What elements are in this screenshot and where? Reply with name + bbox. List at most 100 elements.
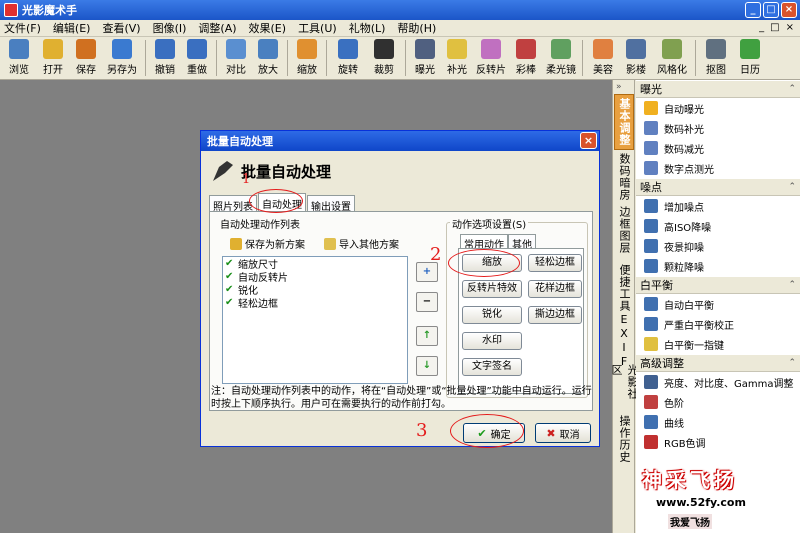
cutout-icon	[706, 39, 726, 59]
action-listbox[interactable]: ✔ 缩放尺寸 ✔ 自动反转片 ✔ 锐化 ✔ 轻松边框	[222, 256, 408, 384]
cancel-button[interactable]: ✖ 取消	[535, 423, 591, 443]
toolbar-soft-light-button[interactable]: 柔光镜	[543, 37, 579, 79]
import-scheme-button[interactable]: 导入其他方案	[324, 236, 399, 251]
vtab-2[interactable]: 边框图层	[614, 204, 634, 256]
toolbar-zoom-in-button[interactable]: 放大	[252, 37, 284, 79]
menu-item-2[interactable]: 查看(V)	[102, 20, 140, 36]
panel-section-header[interactable]: 白平衡 ⌃	[636, 276, 800, 294]
toolbar-folder-button[interactable]: 打开	[36, 37, 70, 79]
sharpen-button[interactable]: 锐化	[462, 306, 522, 324]
panel-item[interactable]: 白平衡一指键	[636, 334, 800, 354]
vtab-1[interactable]: 数码暗房	[614, 152, 634, 202]
panel-section-header[interactable]: 噪点 ⌃	[636, 178, 800, 196]
move-up-button[interactable]: ↑	[416, 326, 438, 346]
toolbar-undo-button[interactable]: 撤销	[149, 37, 181, 79]
toolbar-film-reverse-button[interactable]: 反转片	[473, 37, 509, 79]
menu-item-3[interactable]: 图像(I)	[153, 20, 187, 36]
panel-item[interactable]: 曲线	[636, 412, 800, 432]
toolbar-label: 浏览	[9, 65, 29, 76]
menu-item-6[interactable]: 工具(U)	[298, 20, 337, 36]
panel-item[interactable]: 颗粒降噪	[636, 256, 800, 276]
toolbar-stylize-button[interactable]: 风格化	[652, 37, 692, 79]
checkbox-checked-icon[interactable]: ✔	[225, 271, 235, 282]
minimize-button[interactable]: _	[745, 2, 761, 18]
toolbar-browse-button[interactable]: 浏览	[2, 37, 36, 79]
panel-item[interactable]: 亮度、对比度、Gamma调整	[636, 372, 800, 392]
toolbar-save-as-button[interactable]: 另存为	[102, 37, 142, 79]
adjust-tool-icon	[644, 199, 658, 213]
toolbar-exposure-button[interactable]: 曝光	[409, 37, 441, 79]
close-button[interactable]: ×	[781, 2, 797, 18]
toolbar-separator	[582, 40, 583, 76]
panel-item[interactable]: 数字点测光	[636, 158, 800, 178]
move-down-button[interactable]: ↓	[416, 356, 438, 376]
pattern-frame-button[interactable]: 花样边框	[528, 280, 582, 298]
text-signature-button[interactable]: 文字签名	[462, 358, 522, 376]
toolbar-label: 日历	[740, 65, 760, 76]
panel-section-header[interactable]: 曝光 ⌃	[636, 80, 800, 98]
menu-restore-icon[interactable]: □	[770, 22, 779, 33]
menu-item-5[interactable]: 效果(E)	[249, 20, 287, 36]
subtab-common[interactable]: 常用动作	[460, 234, 508, 251]
vtab-0[interactable]: 基本调整	[614, 94, 634, 150]
panel-item[interactable]: 数码减光	[636, 138, 800, 158]
toolbar-save-button[interactable]: 保存	[70, 37, 102, 79]
action-list-item[interactable]: ✔ 轻松边框	[223, 296, 407, 310]
panel-section-header[interactable]: 高级调整 ⌃	[636, 354, 800, 372]
toolbar-crop-button[interactable]: 裁剪	[366, 37, 402, 79]
menu-item-4[interactable]: 调整(A)	[198, 20, 236, 36]
panel-item[interactable]: RGB色调	[636, 432, 800, 452]
menu-close-icon[interactable]: ×	[786, 22, 794, 33]
checkbox-checked-icon[interactable]: ✔	[225, 297, 235, 308]
watermark-button[interactable]: 水印	[462, 332, 522, 350]
toolbar-beauty-button[interactable]: 美容	[586, 37, 620, 79]
toolbar-rotate-button[interactable]: 旋转	[330, 37, 366, 79]
menu-item-1[interactable]: 编辑(E)	[53, 20, 91, 36]
dialog-close-button[interactable]: ×	[580, 132, 597, 149]
tab-output-settings[interactable]: 输出设置	[307, 195, 355, 213]
collapse-icon[interactable]: ⌃	[788, 358, 796, 368]
collapse-icon[interactable]: ⌃	[788, 280, 796, 290]
maximize-button[interactable]: □	[763, 2, 779, 18]
menu-bar: 文件(F) 编辑(E) 查看(V) 图像(I) 调整(A) 效果(E) 工具(U) 礼物(L)…	[0, 20, 800, 37]
menu-item-0[interactable]: 文件(F)	[4, 20, 41, 36]
toolbar-studio-button[interactable]: 影楼	[620, 37, 652, 79]
checkbox-checked-icon[interactable]: ✔	[225, 284, 235, 295]
toolbar-redo-button[interactable]: 重做	[181, 37, 213, 79]
panel-item[interactable]: 数码补光	[636, 118, 800, 138]
film-reverse-button[interactable]: 反转片特效	[462, 280, 522, 298]
collapse-icon[interactable]: ⌃	[788, 84, 796, 94]
panel-item-label: 数码减光	[664, 144, 704, 156]
panel-item[interactable]: 增加噪点	[636, 196, 800, 216]
easy-frame-button[interactable]: 轻松边框	[528, 254, 582, 272]
remove-action-button[interactable]: −	[416, 292, 438, 312]
collapse-arrow-icon[interactable]: »	[616, 82, 622, 92]
menu-item-7[interactable]: 礼物(L)	[349, 20, 386, 36]
save-scheme-button[interactable]: 保存为新方案	[230, 236, 305, 251]
toolbar-calendar-button[interactable]: 日历	[733, 37, 767, 79]
toolbar-color-stick-button[interactable]: 彩棒	[509, 37, 543, 79]
toolbar-resize-button[interactable]: 缩放	[291, 37, 323, 79]
add-action-button[interactable]: +	[416, 262, 438, 282]
collapse-icon[interactable]: ⌃	[788, 182, 796, 192]
toolbar-cutout-button[interactable]: 抠图	[699, 37, 733, 79]
torn-frame-button[interactable]: 撕边边框	[528, 306, 582, 324]
panel-item[interactable]: 自动曝光	[636, 98, 800, 118]
subtab-other[interactable]: 其他	[508, 234, 536, 251]
vtab-4[interactable]: EXIF	[614, 313, 634, 369]
toolbar-compare-button[interactable]: 对比	[220, 37, 252, 79]
zoom-in-icon	[258, 39, 278, 59]
panel-item[interactable]: 严重白平衡校正	[636, 314, 800, 334]
toolbar-label: 影楼	[626, 65, 646, 76]
menu-item-8[interactable]: 帮助(H)	[397, 20, 436, 36]
panel-item[interactable]: 色阶	[636, 392, 800, 412]
vtab-5[interactable]: 光影社区	[610, 364, 639, 410]
checkbox-checked-icon[interactable]: ✔	[225, 258, 235, 269]
panel-item[interactable]: 自动白平衡	[636, 294, 800, 314]
menu-minimize-icon[interactable]: _	[759, 22, 764, 33]
vtab-3[interactable]: 便捷工具	[614, 258, 634, 318]
panel-item[interactable]: 高ISO降噪	[636, 216, 800, 236]
toolbar-fill-light-button[interactable]: 补光	[441, 37, 473, 79]
panel-item[interactable]: 夜景抑噪	[636, 236, 800, 256]
vtab-6[interactable]: 操作历史	[614, 412, 634, 466]
